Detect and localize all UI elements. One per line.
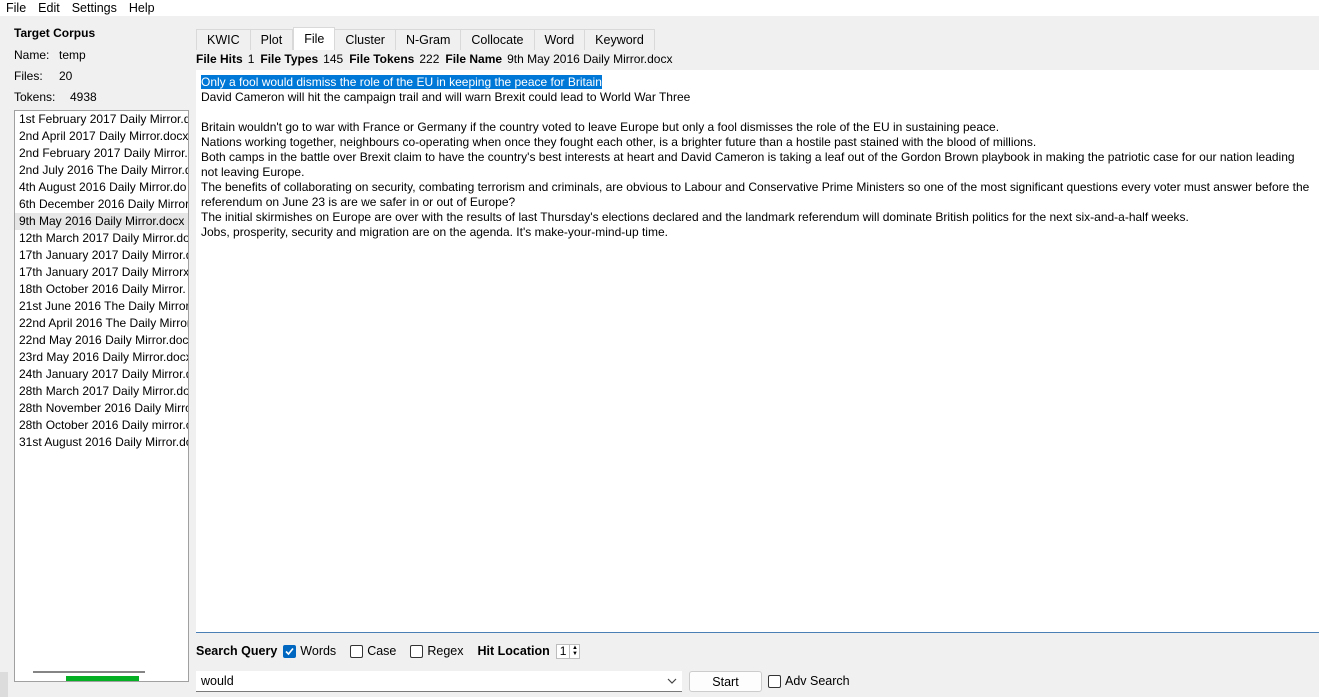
case-label: Case	[367, 644, 397, 658]
corpus-files-value: 20	[59, 69, 73, 83]
file-tokens-label: File Tokens	[349, 52, 415, 66]
file-view-text[interactable]: Only a fool would dismiss the role of th…	[196, 70, 1319, 633]
doc-line[interactable]: Jobs, prosperity, security and migration…	[201, 225, 1314, 240]
tab-file[interactable]: File	[293, 27, 336, 50]
tab-n-gram[interactable]: N-Gram	[395, 29, 462, 50]
file-tokens-value: 222	[419, 52, 440, 66]
regex-option[interactable]: Regex	[410, 644, 464, 658]
tab-word[interactable]: Word	[534, 29, 586, 50]
file-list-item[interactable]: 12th March 2017 Daily Mirror.do	[15, 230, 188, 247]
spin-down-icon[interactable]: ▼	[570, 651, 579, 658]
regex-checkbox[interactable]	[410, 644, 424, 658]
search-options: Search Query Words Case Regex Hit Locati…	[196, 642, 581, 660]
start-button[interactable]: Start	[689, 671, 762, 692]
corpus-files-row: Files: 20	[14, 69, 72, 83]
file-list-scrollbar[interactable]	[33, 671, 145, 673]
doc-line[interactable]: David Cameron will hit the campaign trai…	[201, 90, 1314, 105]
doc-line[interactable]: Nations working together, neighbours co-…	[201, 135, 1314, 150]
file-list-item[interactable]: 18th October 2016 Daily Mirror.	[15, 281, 188, 298]
file-list-item[interactable]: 9th May 2016 Daily Mirror.docx	[15, 213, 188, 230]
hit-location-value[interactable]: 1	[557, 644, 570, 658]
search-query-combobox[interactable]: would	[196, 671, 682, 692]
file-list-item[interactable]: 17th January 2017 Daily Mirror.d	[15, 247, 188, 264]
spin-buttons: ▲ ▼	[569, 644, 579, 658]
tool-tabs: KWIC Plot File Cluster N-Gram Collocate Word Ke…	[196, 27, 655, 50]
file-list-item[interactable]: 23rd May 2016 Daily Mirror.docx	[15, 349, 188, 366]
adv-search-option[interactable]: Adv Search	[768, 674, 850, 688]
file-list-item[interactable]: 31st August 2016 Daily Mirror.do	[15, 434, 188, 451]
file-list-item[interactable]: 22nd April 2016 The Daily Mirror	[15, 315, 188, 332]
file-hits-label: File Hits	[196, 52, 243, 66]
tab-kwic[interactable]: KWIC	[196, 29, 251, 50]
progress-bar	[66, 676, 139, 681]
regex-label: Regex	[427, 644, 464, 658]
corpus-name-label: Name:	[14, 48, 50, 62]
search-query-input[interactable]: would	[196, 674, 662, 688]
file-types-label: File Types	[260, 52, 319, 66]
file-info-bar: File Hits 1 File Types 145 File Tokens 2…	[196, 50, 1319, 68]
file-name-value: 9th May 2016 Daily Mirror.docx	[507, 52, 673, 66]
window-edge	[0, 672, 8, 697]
tab-collocate[interactable]: Collocate	[461, 29, 535, 50]
case-option[interactable]: Case	[350, 644, 396, 658]
words-checkbox[interactable]	[283, 644, 297, 658]
file-hits-value: 1	[247, 52, 255, 66]
corpus-name-row: Name: temp	[14, 48, 86, 62]
corpus-title: Target Corpus	[14, 26, 96, 40]
corpus-tokens-row: Tokens: 4938	[14, 90, 97, 104]
corpus-files-label: Files:	[14, 69, 43, 83]
check-icon	[285, 647, 294, 655]
hit-location-spinbox[interactable]: 1 ▲ ▼	[555, 643, 581, 659]
tab-plot[interactable]: Plot	[250, 29, 294, 50]
case-checkbox[interactable]	[350, 644, 364, 658]
hit-location-label: Hit Location	[477, 644, 550, 658]
file-list-item[interactable]: 2nd July 2016 The Daily Mirror.d	[15, 162, 188, 179]
file-list-item[interactable]: 17th January 2017 Daily Mirrorx2	[15, 264, 188, 281]
file-types-value: 145	[323, 52, 344, 66]
doc-blank-line[interactable]	[201, 105, 1314, 120]
doc-line-highlighted[interactable]: Only a fool would dismiss the role of th…	[201, 75, 1314, 90]
doc-line[interactable]: The initial skirmishes on Europe are ove…	[201, 210, 1314, 225]
doc-line[interactable]: The benefits of collaborating on securit…	[201, 180, 1314, 210]
corpus-tokens-value: 4938	[70, 90, 97, 104]
file-list-item[interactable]: 24th January 2017 Daily Mirror.d	[15, 366, 188, 383]
corpus-file-list[interactable]: 1st February 2017 Daily Mirror.do 2nd Apr…	[14, 110, 189, 682]
doc-line[interactable]: Both camps in the battle over Brexit cla…	[201, 150, 1314, 180]
file-list-item[interactable]: 28th March 2017 Daily Mirror.do	[15, 383, 188, 400]
corpus-name-value: temp	[59, 48, 86, 62]
tab-keyword[interactable]: Keyword	[585, 29, 655, 50]
corpus-tokens-label: Tokens:	[14, 90, 56, 104]
words-option[interactable]: Words	[283, 644, 336, 658]
menu-settings[interactable]: Settings	[66, 0, 123, 16]
file-list-item[interactable]: 28th October 2016 Daily mirror.c	[15, 417, 188, 434]
menu-edit[interactable]: Edit	[32, 0, 66, 16]
file-list-item[interactable]: 28th November 2016 Daily Mirro	[15, 400, 188, 417]
file-list-item[interactable]: 21st June 2016 The Daily Mirror.c	[15, 298, 188, 315]
corpus-panel: Target Corpus Name: temp Files: 20 Token…	[0, 16, 192, 697]
file-name-label: File Name	[445, 52, 503, 66]
adv-search-label: Adv Search	[785, 674, 850, 688]
menu-file[interactable]: File	[0, 0, 32, 16]
search-query-label: Search Query	[196, 644, 278, 658]
words-label: Words	[300, 644, 337, 658]
tab-cluster[interactable]: Cluster	[335, 29, 396, 50]
file-list-item[interactable]: 22nd May 2016 Daily Mirror.doc	[15, 332, 188, 349]
file-list-item[interactable]: 2nd February 2017 Daily Mirror.d	[15, 145, 188, 162]
chevron-down-icon[interactable]	[662, 678, 682, 684]
file-list-item[interactable]: 6th December 2016 Daily Mirror.	[15, 196, 188, 213]
search-hit-highlight[interactable]: Only a fool would dismiss the role of th…	[201, 75, 602, 89]
file-list-item[interactable]: 1st February 2017 Daily Mirror.do	[15, 111, 188, 128]
file-list-item[interactable]: 4th August 2016 Daily Mirror.do	[15, 179, 188, 196]
doc-line[interactable]: Britain wouldn't go to war with France o…	[201, 120, 1314, 135]
file-list-item[interactable]: 2nd April 2017 Daily Mirror.docx	[15, 128, 188, 145]
menu-bar: File Edit Settings Help	[0, 0, 1319, 16]
menu-help[interactable]: Help	[123, 0, 161, 16]
adv-search-checkbox[interactable]	[768, 674, 781, 688]
